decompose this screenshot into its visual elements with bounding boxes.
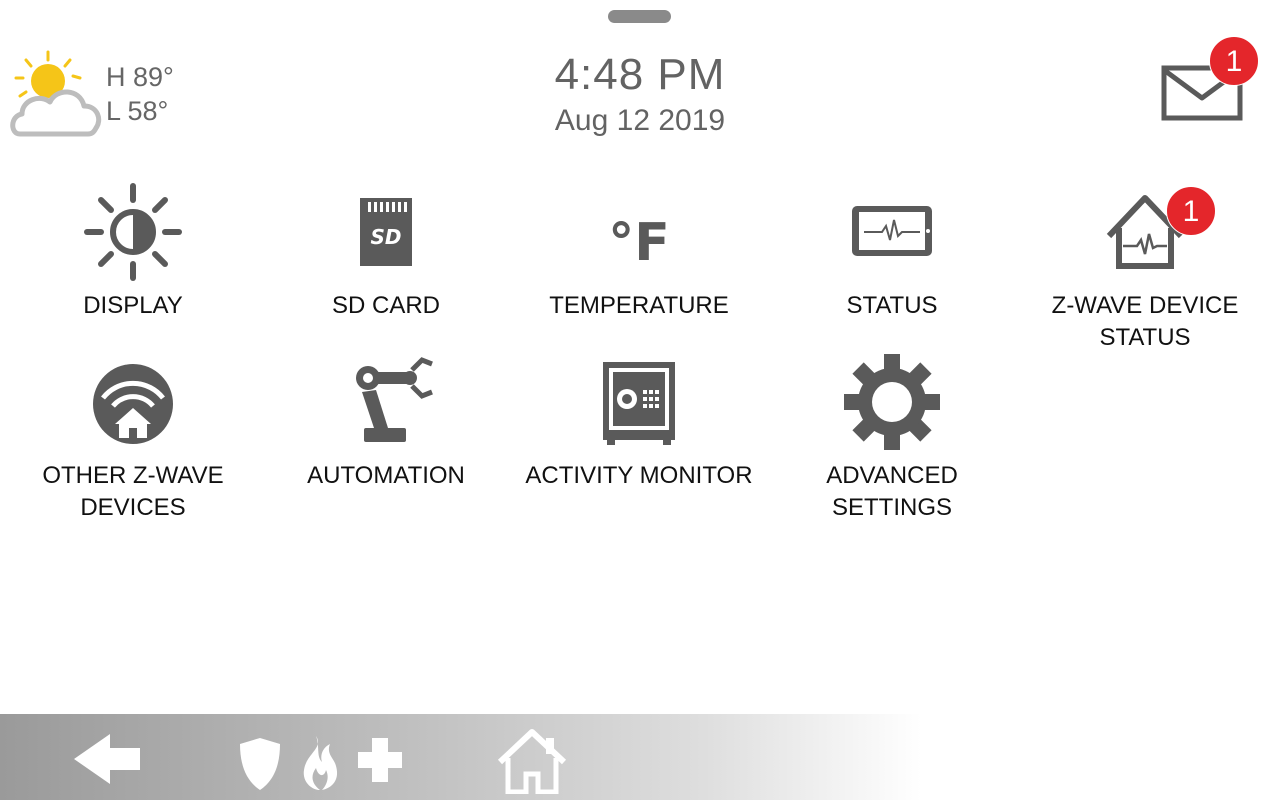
tile-display[interactable]: DISPLAY [8, 182, 258, 342]
tile-sd-card[interactable]: SD SD CARD [261, 182, 511, 342]
bottom-navigation-bar [0, 714, 1280, 800]
tile-label: OTHER Z-WAVE DEVICES [42, 462, 224, 521]
partly-cloudy-icon [10, 50, 102, 137]
tile-label: ACTIVITY MONITOR [525, 462, 753, 489]
fire-icon [303, 736, 338, 790]
weather-widget[interactable]: H 89° L 58° [8, 44, 208, 144]
tile-activity-monitor[interactable]: ACTIVITY MONITOR [514, 352, 764, 512]
clock: 4:48 PM Aug 12 2019 [440, 50, 840, 138]
tile-label: TEMPERATURE [549, 292, 729, 319]
fire-emergency-button[interactable] [296, 724, 342, 794]
svg-text:SD: SD [370, 225, 401, 249]
medical-emergency-button[interactable] [352, 724, 408, 794]
current-date: Aug 12 2019 [554, 104, 726, 137]
fahrenheit-icon-text: °F [608, 213, 670, 273]
tile-automation[interactable]: AUTOMATION [261, 352, 511, 512]
z-wave-status-badge: 1 [1166, 186, 1216, 236]
tile-label: SD CARD [331, 292, 440, 319]
home-icon [497, 729, 567, 795]
safe-icon [603, 362, 675, 445]
tile-label: ADVANCED SETTINGS [826, 462, 958, 521]
shield-icon [240, 738, 280, 790]
tile-status[interactable]: STATUS [767, 182, 1017, 342]
sd-card-icon: SD [360, 198, 412, 266]
messages-badge: 1 [1209, 36, 1259, 86]
weather-low: L 58° [106, 96, 169, 126]
brightness-icon [84, 183, 182, 281]
back-arrow-icon [74, 734, 140, 784]
wifi-house-icon [93, 364, 173, 444]
tile-z-wave-device-status[interactable]: Z-WAVE DEVICE STATUS [1020, 182, 1270, 351]
tablet-pulse-icon [852, 206, 932, 256]
back-button[interactable] [66, 724, 146, 794]
tile-label: STATUS [846, 292, 938, 319]
tile-advanced-settings[interactable]: ADVANCED SETTINGS [767, 352, 1017, 521]
tile-other-z-wave-devices[interactable]: OTHER Z-WAVE DEVICES [8, 352, 258, 521]
police-emergency-button[interactable] [236, 724, 284, 794]
tile-label: DISPLAY [83, 292, 183, 319]
tile-label: AUTOMATION [307, 462, 465, 489]
tile-label: Z-WAVE DEVICE STATUS [1051, 292, 1239, 351]
tile-temperature[interactable]: °F TEMPERATURE [514, 182, 764, 342]
fahrenheit-icon: °F [608, 213, 670, 273]
current-time: 4:48 PM [554, 50, 726, 99]
robot-arm-icon [356, 357, 433, 442]
home-button[interactable] [494, 724, 570, 795]
pull-down-handle[interactable] [608, 10, 671, 23]
weather-high: H 89° [106, 62, 174, 92]
gear-icon [844, 354, 940, 450]
medical-cross-icon [358, 738, 402, 782]
